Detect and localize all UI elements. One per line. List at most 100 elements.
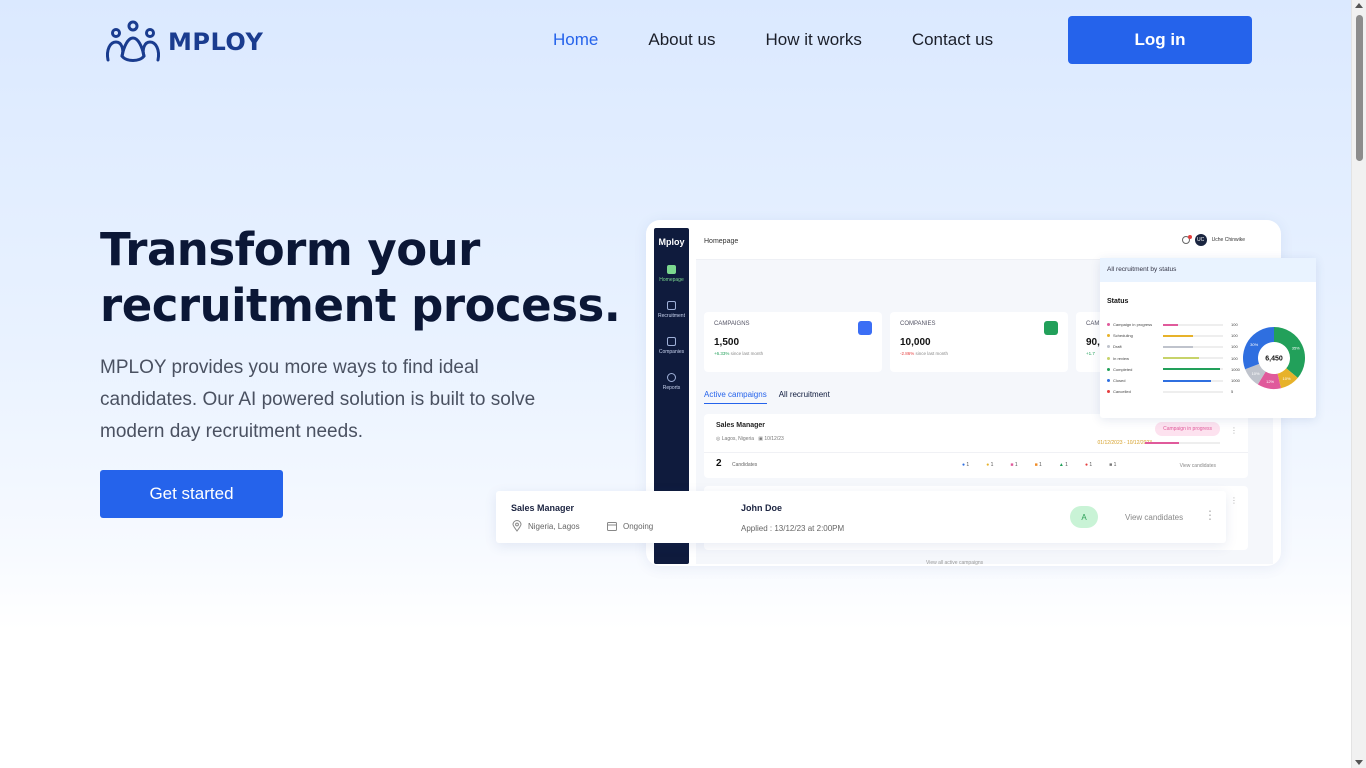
stat-label: CAMPAIGNS	[714, 321, 750, 327]
stat-change-value: -2.86%	[900, 351, 915, 356]
hero-title-line1: Transform your	[100, 223, 480, 276]
tab-active-campaigns[interactable]: Active campaigns	[704, 390, 767, 404]
stat-card-campaigns: CAMPAIGNS 1,500 +6.33% since last month	[704, 312, 882, 372]
dashboard-page-title: Homepage	[704, 238, 739, 245]
status-donut-chart: 35% 10% 12% 10% 30% 6,450	[1243, 327, 1305, 389]
donut-slice-label: 30%	[1250, 342, 1258, 347]
donut-slice-label: 10%	[1283, 376, 1291, 381]
status-row: Draft 100	[1107, 344, 1245, 349]
status-dot	[1107, 323, 1110, 326]
candidate-job-title: Sales Manager	[511, 503, 575, 513]
sidebar-item-recruitment: Recruitment	[654, 301, 689, 319]
status-count: ▲ 1	[1058, 462, 1068, 468]
sidebar-item-label: Reports	[662, 385, 681, 391]
stat-change-suffix: since last month	[915, 351, 949, 356]
sidebar-item-companies: Companies	[654, 337, 689, 355]
candidate-count: 2	[716, 458, 722, 469]
status-name: In review	[1113, 355, 1130, 361]
status-bar	[1163, 357, 1223, 360]
building-icon	[1044, 321, 1058, 335]
candidate-status: Ongoing	[606, 520, 653, 532]
candidate-grade-badge: A	[1070, 506, 1098, 528]
nav-home[interactable]: Home	[553, 30, 598, 50]
status-count: ■ 1	[1109, 462, 1117, 468]
login-button[interactable]: Log in	[1068, 16, 1252, 64]
hero-title: Transform your recruitment process.	[100, 222, 640, 334]
status-dot	[1107, 379, 1110, 382]
brand-name: MPLOY	[168, 28, 264, 56]
book-icon	[667, 301, 676, 310]
campaign-title: Sales Manager	[716, 422, 766, 429]
scrollbar-thumb[interactable]	[1356, 15, 1363, 161]
status-row: Cancelled 5	[1107, 389, 1245, 394]
view-candidates-link[interactable]: View candidates	[1125, 513, 1183, 522]
nav-about[interactable]: About us	[648, 30, 715, 50]
campaign-card: Sales Manager ◎ Lagos, Nigeria ▣ 10/12/2…	[704, 414, 1248, 478]
candidate-status-text: Ongoing	[623, 521, 654, 531]
status-card-header: All recruitment by status	[1100, 258, 1316, 282]
sidebar-item-reports: Reports	[654, 373, 689, 391]
tab-all-recruitment[interactable]: All recruitment	[779, 390, 830, 404]
campaign-progress-bar	[1145, 442, 1220, 444]
sidebar-item-label: Companies	[658, 349, 685, 355]
campaign-range: 01/12/2023 - 10/12/2023	[1097, 440, 1153, 446]
campaign-location: Lagos, Nigeria	[721, 436, 755, 442]
status-name: Draft	[1113, 344, 1122, 350]
hero-title-line2: recruitment process.	[100, 279, 621, 332]
status-badge: Campaign in progress	[1155, 422, 1220, 436]
more-options-icon[interactable]: ⋮	[1230, 426, 1238, 435]
more-options-icon[interactable]: ⋮	[1230, 496, 1238, 505]
view-all-campaigns-link[interactable]: View all active campaigns	[926, 560, 983, 566]
stat-change-suffix: since last month	[730, 351, 764, 356]
scroll-up-arrow-icon[interactable]	[1355, 3, 1363, 8]
candidate-name: John Doe	[741, 503, 783, 513]
status-bar	[1163, 334, 1223, 337]
people-group-icon	[106, 20, 160, 62]
view-candidates-link[interactable]: View candidates	[1180, 463, 1216, 469]
candidate-card: Sales Manager Nigeria, Lagos Ongoing Joh…	[496, 491, 1226, 543]
nav-how-it-works[interactable]: How it works	[765, 30, 861, 50]
grid-icon	[667, 265, 676, 274]
stat-change-value: +1.7	[1086, 351, 1095, 356]
scroll-down-arrow-icon[interactable]	[1355, 760, 1363, 765]
status-bar	[1163, 390, 1223, 393]
status-name: Cancelled	[1113, 389, 1131, 395]
status-count: ● 1	[986, 462, 994, 468]
user-name: Uche Chinwike	[1211, 237, 1245, 243]
location-pin-icon	[512, 520, 522, 532]
status-name: Closed	[1113, 378, 1126, 383]
candidate-status-icons: ● 1 ● 1 ■ 1 ■ 1 ▲ 1 ● 1 ■ 1	[962, 462, 1116, 468]
status-card: All recruitment by status Status Campaig…	[1100, 258, 1316, 418]
status-bar	[1163, 345, 1223, 348]
status-bar	[1163, 368, 1223, 371]
status-bar	[1163, 323, 1223, 326]
status-dot	[1107, 367, 1110, 371]
main-nav: Home About us How it works Contact us	[553, 30, 1043, 50]
status-row: Campaign in progress 100	[1107, 322, 1245, 327]
donut-slice-label: 35%	[1292, 345, 1300, 350]
status-row: In review 100	[1107, 356, 1245, 361]
more-options-icon[interactable]: ⋮	[1204, 508, 1216, 522]
avatar: UC	[1194, 234, 1207, 246]
dashboard-topbar: Homepage UC Uche Chinwike	[696, 228, 1273, 260]
status-row: Scheduling 100	[1107, 333, 1245, 338]
status-name: Campaign in progress	[1113, 322, 1153, 327]
candidate-location: Nigeria, Lagos	[511, 520, 580, 532]
campaign-date: 10/12/23	[764, 436, 784, 442]
stat-change: +6.33% since last month	[714, 351, 872, 356]
stat-change: -2.86% since last month	[900, 351, 1058, 356]
get-started-button[interactable]: Get started	[100, 470, 283, 518]
nav-contact[interactable]: Contact us	[912, 30, 993, 50]
status-count: ● 1	[1084, 462, 1093, 468]
status-card-title: Status	[1107, 298, 1129, 305]
status-dot	[1107, 390, 1110, 394]
status-count: ■ 1	[1010, 462, 1018, 468]
status-dot	[1107, 356, 1110, 360]
page-scrollbar[interactable]	[1351, 0, 1366, 768]
candidate-applied: Applied : 13/12/23 at 2:00PM	[741, 524, 845, 533]
hero-subtitle: MPLOY provides you more ways to find ide…	[100, 357, 536, 442]
status-row: Closed 1000	[1107, 378, 1245, 383]
sidebar-item-homepage: Homepage	[654, 265, 689, 283]
location-pin-icon: ◎	[716, 436, 721, 442]
brand-logo[interactable]: MPLOY	[104, 20, 263, 64]
